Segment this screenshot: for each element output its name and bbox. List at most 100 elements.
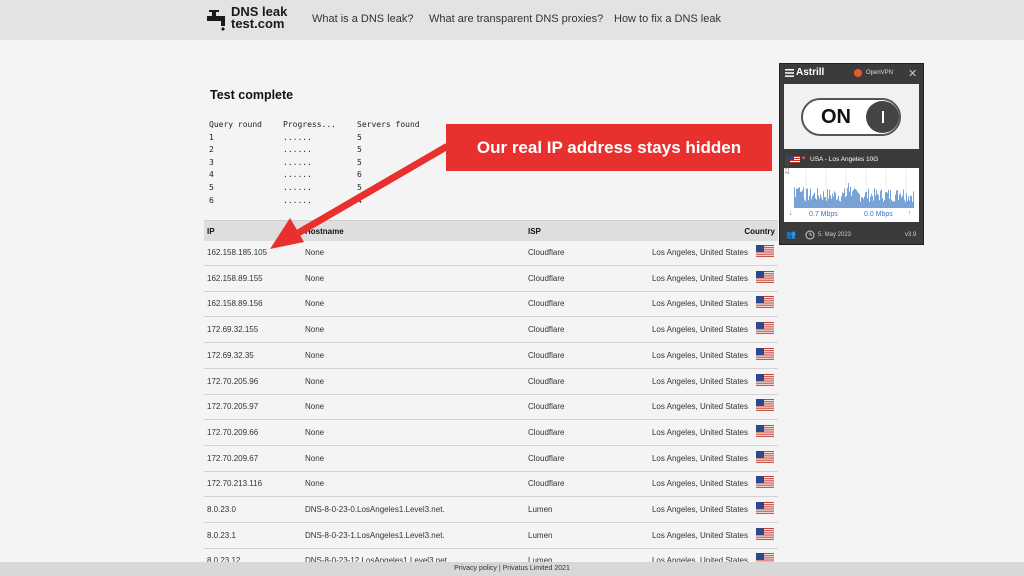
us-flag-icon — [756, 322, 774, 336]
ip-cell: 162.158.89.155 — [207, 273, 263, 283]
us-flag-icon — [756, 399, 774, 413]
site-logo[interactable]: DNS leak test.com — [205, 5, 295, 35]
us-flag-icon — [756, 245, 774, 258]
round-progress: ...... — [283, 183, 312, 192]
table-row: 172.70.209.66 None Cloudflare Los Angeles, … — [204, 420, 778, 446]
round-header: Query round — [209, 120, 262, 129]
hostname-cell: None — [305, 453, 325, 463]
hostname-cell: None — [305, 350, 325, 360]
logo-text: DNS leak test.com — [231, 5, 287, 31]
round-found: 5 — [357, 157, 362, 167]
menu-icon[interactable] — [785, 69, 794, 77]
favorite-icon: ■ — [802, 155, 806, 161]
close-icon[interactable]: ✕ — [908, 67, 917, 80]
round-number: 4 — [209, 170, 214, 180]
country-cell: Los Angeles, United States — [651, 299, 748, 309]
hostname-cell: DNS-8-0-23-1.LosAngeles1.Level3.net. — [305, 530, 445, 540]
round-progress: ...... — [283, 132, 312, 142]
table-row: 162.158.185.105 None Cloudflare Los Angeles… — [204, 240, 778, 266]
isp-cell: Cloudflare — [528, 376, 565, 386]
table-row: 172.70.205.97 None Cloudflare Los Angeles, … — [204, 394, 778, 421]
isp-cell: Cloudflare — [528, 453, 565, 463]
logo-line-2: test.com — [231, 16, 285, 31]
ip-cell: 8.0.23.0 — [207, 505, 236, 514]
hostname-cell: None — [305, 479, 325, 489]
traffic-graph — [794, 170, 914, 208]
table-row: 162.158.89.155 None Cloudflare Los Angeles,… — [204, 266, 778, 292]
speed-readout: ↓ 0.7 Mbps 0.0 Mbps ↑ — [784, 209, 919, 221]
found-header: Servers found — [357, 120, 420, 129]
col-isp: ISP — [528, 227, 541, 236]
hostname-cell: DNS-8-0-23-0.LosAngeles1.Level3.net. — [305, 505, 445, 514]
round-number: 3 — [209, 157, 214, 167]
site-header: DNS leak test.com What is a DNS leak? Wh… — [0, 0, 1024, 40]
astrill-header: Astrill OpenVPN ✕ — [780, 64, 923, 83]
isp-cell: Lumen — [528, 530, 553, 540]
us-flag-icon — [756, 373, 774, 387]
us-flag-icon — [790, 156, 800, 163]
vpn-toggle[interactable]: ON — [801, 98, 901, 136]
us-flag-icon — [756, 476, 774, 490]
table-row: 8.0.23.0 DNS-8-0-23-0.LosAngeles1.Level3.… — [204, 497, 778, 523]
nav-transparent-dns-proxies[interactable]: What are transparent DNS proxies? — [429, 13, 603, 25]
isp-cell: Cloudflare — [528, 248, 565, 257]
ip-cell: 8.0.23.1 — [207, 530, 236, 540]
ip-cell: 162.158.89.156 — [207, 299, 263, 309]
col-country: Country — [744, 227, 775, 236]
us-flag-icon — [756, 527, 774, 541]
hostname-cell: None — [305, 427, 325, 437]
isp-cell: Cloudflare — [528, 479, 565, 489]
server-name: USA - Los Angeles 10G — [810, 156, 879, 163]
isp-cell: Cloudflare — [528, 350, 565, 360]
round-found: 4 — [357, 195, 362, 205]
upload-speed: 0.0 Mbps — [864, 211, 893, 218]
session-date: 5. May 2023 — [818, 232, 852, 238]
hostname-cell: None — [305, 299, 325, 309]
round-found: 5 — [357, 183, 362, 192]
country-cell: Los Angeles, United States — [651, 350, 748, 360]
upload-icon: ↑ — [908, 210, 912, 217]
nav-how-to-fix[interactable]: How to fix a DNS leak — [614, 13, 721, 25]
us-flag-icon — [756, 347, 774, 361]
ip-cell: 172.69.32.155 — [207, 325, 259, 335]
graph-axis-label: 2.3 Mbps — [785, 153, 791, 174]
country-cell: Los Angeles, United States — [651, 376, 748, 386]
ip-cell: 162.158.185.105 — [207, 248, 268, 257]
users-icon[interactable]: 👥 — [786, 230, 796, 239]
us-flag-icon — [756, 502, 774, 515]
openvpn-icon — [854, 69, 862, 77]
col-ip: IP — [207, 227, 215, 236]
round-progress: ...... — [283, 195, 312, 205]
table-row: 172.70.213.116 None Cloudflare Los Angeles,… — [204, 471, 778, 498]
hostname-cell: None — [305, 402, 325, 412]
country-cell: Los Angeles, United States — [651, 325, 748, 335]
country-cell: Los Angeles, United States — [651, 505, 748, 514]
protocol-label[interactable]: OpenVPN — [866, 70, 893, 76]
ip-cell: 172.69.32.35 — [207, 350, 254, 360]
us-flag-icon — [756, 424, 774, 438]
ip-cell: 172.70.205.96 — [207, 376, 259, 386]
toggle-knob — [866, 101, 899, 133]
country-cell: Los Angeles, United States — [651, 248, 748, 257]
round-number: 1 — [209, 132, 214, 142]
server-selector[interactable]: ■ USA - Los Angeles 10G — [784, 152, 919, 168]
faucet-icon — [207, 10, 225, 31]
hostname-cell: None — [305, 325, 325, 335]
isp-cell: Cloudflare — [528, 299, 565, 309]
country-cell: Los Angeles, United States — [651, 453, 748, 463]
site-footer: Privacy policy | Privatus Limited 2021 — [0, 562, 1024, 576]
table-row: 172.69.32.35 None Cloudflare Los Angeles, U… — [204, 343, 778, 369]
astrill-vpn-widget: Astrill OpenVPN ✕ ON ■ USA - Los Angeles… — [779, 63, 924, 245]
country-cell: Los Angeles, United States — [651, 427, 748, 437]
round-progress: ...... — [283, 157, 312, 167]
round-progress: ...... — [283, 145, 312, 155]
isp-cell: Cloudflare — [528, 402, 565, 412]
round-found: 5 — [357, 145, 362, 155]
round-number: 2 — [209, 145, 214, 155]
toggle-label: ON — [821, 106, 851, 128]
download-icon: ↓ — [789, 210, 793, 217]
table-header: IP Hostname ISP Country — [204, 220, 778, 241]
us-flag-icon — [756, 270, 774, 284]
nav-what-is-dns-leak[interactable]: What is a DNS leak? — [312, 13, 413, 25]
astrill-footer: 👥 5. May 2023 v3.9 — [780, 226, 923, 244]
